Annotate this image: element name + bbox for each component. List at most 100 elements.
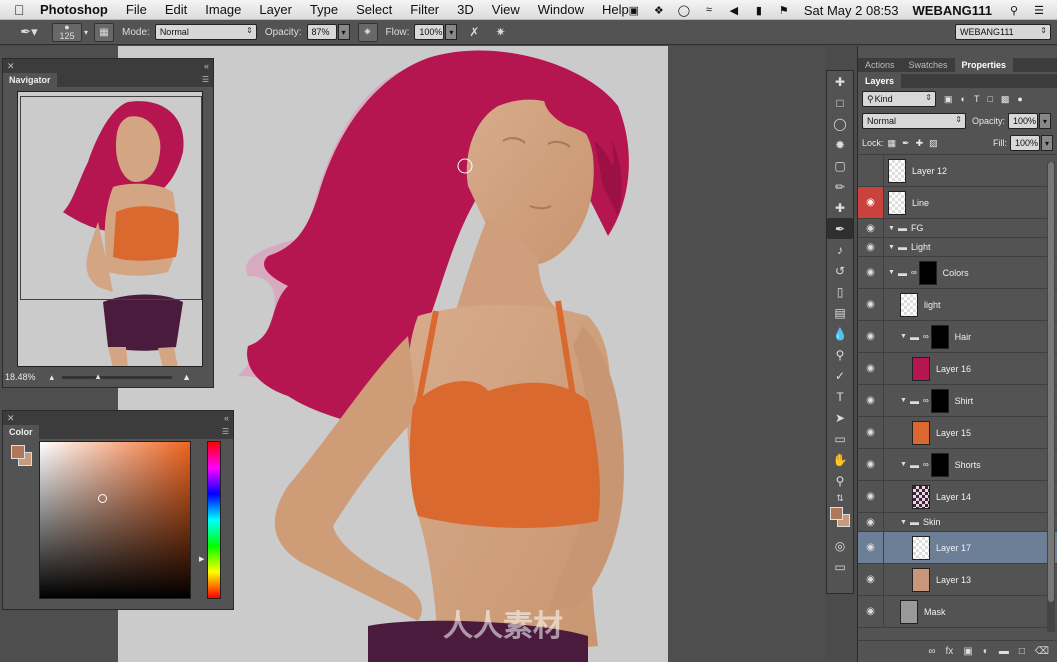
layer-name[interactable]: Layer 14 bbox=[936, 492, 971, 502]
collapse-triangle-icon[interactable]: ▼ bbox=[900, 519, 907, 526]
layer-name[interactable]: light bbox=[924, 300, 941, 310]
tab-actions[interactable]: Actions bbox=[858, 58, 902, 72]
eye-icon[interactable]: ◉ bbox=[858, 532, 884, 563]
group-row[interactable]: ◉ ▼ ▬ Skin bbox=[858, 513, 1057, 532]
clock[interactable]: Sat May 2 08:53 bbox=[804, 3, 899, 18]
hue-slider[interactable] bbox=[207, 441, 221, 599]
path-select-tool[interactable]: ➤ bbox=[827, 407, 853, 428]
layer-name[interactable]: Colors bbox=[943, 268, 969, 278]
eye-icon[interactable]: ◉ bbox=[858, 219, 884, 237]
close-icon[interactable]: ✕ bbox=[7, 413, 15, 424]
eye-icon[interactable]: ◉ bbox=[858, 513, 884, 531]
shape-tool[interactable]: ▭ bbox=[827, 428, 853, 449]
eraser-tool[interactable]: ▯ bbox=[827, 281, 853, 302]
camera-icon[interactable]: ▣ bbox=[626, 4, 642, 17]
menu-file[interactable]: File bbox=[126, 2, 147, 17]
collapse-triangle-icon[interactable]: ▼ bbox=[888, 244, 895, 251]
lock-transparent-icon[interactable]: ▦ bbox=[888, 138, 897, 149]
lock-move-icon[interactable]: ✚ bbox=[916, 138, 924, 149]
screen-mode-icon[interactable]: ▭ bbox=[827, 556, 853, 577]
layer-row[interactable]: ◉ Mask bbox=[858, 596, 1057, 628]
collapse-triangle-icon[interactable]: ▼ bbox=[900, 461, 907, 468]
filter-adjust-icon[interactable]: ◐ bbox=[961, 94, 966, 104]
tool-foreground-swatch[interactable] bbox=[830, 507, 843, 520]
layer-name[interactable]: Layer 13 bbox=[936, 575, 971, 585]
blend-mode-select[interactable]: Normal ⇕ bbox=[862, 113, 966, 129]
zoom-slider-thumb[interactable]: ▲ bbox=[94, 372, 102, 381]
quick-mask-icon[interactable]: ◎ bbox=[827, 535, 853, 556]
layer-name[interactable]: Line bbox=[912, 198, 929, 208]
zoom-value[interactable]: 18.48% bbox=[5, 372, 36, 382]
navigator-titlebar[interactable]: ✕ « bbox=[3, 59, 213, 73]
menu-edit[interactable]: Edit bbox=[165, 2, 187, 17]
layer-row[interactable]: ◉ Layer 15 bbox=[858, 417, 1057, 449]
group-row[interactable]: ◉ ▼ ▬ Light bbox=[858, 238, 1057, 257]
move-tool[interactable]: ✚ bbox=[827, 71, 853, 92]
layer-row[interactable]: ◉ light bbox=[858, 289, 1057, 321]
layer-name[interactable]: Layer 12 bbox=[912, 166, 947, 176]
color-picker-cursor[interactable] bbox=[98, 494, 107, 503]
collapse-triangle-icon[interactable]: ▼ bbox=[888, 269, 895, 276]
eye-icon[interactable]: ◉ bbox=[858, 238, 884, 256]
opacity-field[interactable]: 87% bbox=[306, 24, 337, 40]
layer-name[interactable]: Layer 15 bbox=[936, 428, 971, 438]
scroll-thumb[interactable] bbox=[1048, 162, 1054, 602]
brush-tool[interactable]: ✒ bbox=[827, 218, 853, 239]
swap-colors-icon[interactable]: ⇅ bbox=[827, 491, 853, 505]
link-layers-icon[interactable]: ∞ bbox=[928, 646, 935, 657]
layer-name[interactable]: FG bbox=[911, 223, 924, 233]
new-layer-icon[interactable]: □ bbox=[1019, 646, 1025, 657]
flow-field[interactable]: 100% bbox=[414, 24, 445, 40]
blur-tool[interactable]: 💧 bbox=[827, 323, 853, 344]
color-titlebar[interactable]: ✕ « bbox=[3, 411, 233, 425]
navigator-preview[interactable] bbox=[17, 91, 203, 367]
adjustment-icon[interactable]: ◐ bbox=[983, 646, 989, 657]
brush-size-picker[interactable]: ● 125 bbox=[52, 22, 82, 42]
eye-icon[interactable]: ◉ bbox=[858, 449, 884, 480]
apple-icon[interactable]:  bbox=[14, 2, 30, 18]
layer-mask-thumbnail[interactable] bbox=[930, 452, 949, 477]
foreground-swatch[interactable] bbox=[11, 445, 25, 459]
layer-mask-thumbnail[interactable] bbox=[930, 388, 949, 413]
volume-icon[interactable]: ◀ bbox=[726, 4, 742, 17]
tab-properties[interactable]: Properties bbox=[954, 58, 1014, 72]
tool-color-swatches[interactable] bbox=[827, 505, 853, 535]
tab-swatches[interactable]: Swatches bbox=[902, 58, 955, 72]
eye-icon[interactable]: ◉ bbox=[858, 289, 884, 320]
eye-icon[interactable]: ◉ bbox=[858, 257, 884, 288]
collapse-icon[interactable]: « bbox=[204, 61, 209, 71]
stamp-tool[interactable]: ♪ bbox=[827, 239, 853, 260]
layer-name[interactable]: Skin bbox=[923, 517, 941, 527]
eye-icon[interactable]: ◉ bbox=[858, 481, 884, 512]
lock-all-icon[interactable]: ▨ bbox=[929, 138, 938, 149]
eye-icon[interactable]: ◉ bbox=[858, 596, 884, 627]
layer-row[interactable]: ◉ Layer 14 bbox=[858, 481, 1057, 513]
fx-icon[interactable]: fx bbox=[946, 646, 954, 657]
layer-name[interactable]: Mask bbox=[924, 607, 946, 617]
search-icon[interactable]: ⚲ bbox=[1006, 4, 1022, 17]
dodge-tool[interactable]: ⚲ bbox=[827, 344, 853, 365]
navigator-view-box[interactable] bbox=[20, 96, 202, 300]
menu-app[interactable]: Photoshop bbox=[40, 2, 108, 17]
list-icon[interactable]: ☰ bbox=[1031, 4, 1047, 17]
zoom-out-icon[interactable]: ▴ bbox=[50, 372, 55, 383]
layers-scrollbar[interactable] bbox=[1047, 162, 1055, 632]
panel-menu-icon[interactable]: ☰ bbox=[222, 427, 229, 436]
menu-3d[interactable]: 3D bbox=[457, 2, 474, 17]
type-tool[interactable]: T bbox=[827, 386, 853, 407]
history-brush-tool[interactable]: ↺ bbox=[827, 260, 853, 281]
eye-icon[interactable]: ◉ bbox=[858, 564, 884, 595]
brush-panel-button[interactable]: ▦ bbox=[94, 22, 115, 42]
hue-slider-thumb[interactable]: ▶ bbox=[199, 555, 204, 563]
layer-row[interactable]: Layer 12 bbox=[858, 155, 1057, 187]
menu-layer[interactable]: Layer bbox=[259, 2, 292, 17]
filter-type-icon[interactable]: T bbox=[974, 94, 980, 104]
layer-name[interactable]: Layer 17 bbox=[936, 543, 971, 553]
group-row[interactable]: ◉ ▼ ▬ FG bbox=[858, 219, 1057, 238]
lasso-tool[interactable]: ◯ bbox=[827, 113, 853, 134]
layer-mask-thumbnail[interactable] bbox=[930, 324, 949, 349]
panel-menu-icon[interactable]: ☰ bbox=[202, 75, 209, 84]
wifi-icon[interactable]: ≈ bbox=[701, 4, 717, 16]
workspace-select[interactable]: WEBANG111 ⇕ bbox=[955, 24, 1051, 40]
layer-name[interactable]: Layer 16 bbox=[936, 364, 971, 374]
